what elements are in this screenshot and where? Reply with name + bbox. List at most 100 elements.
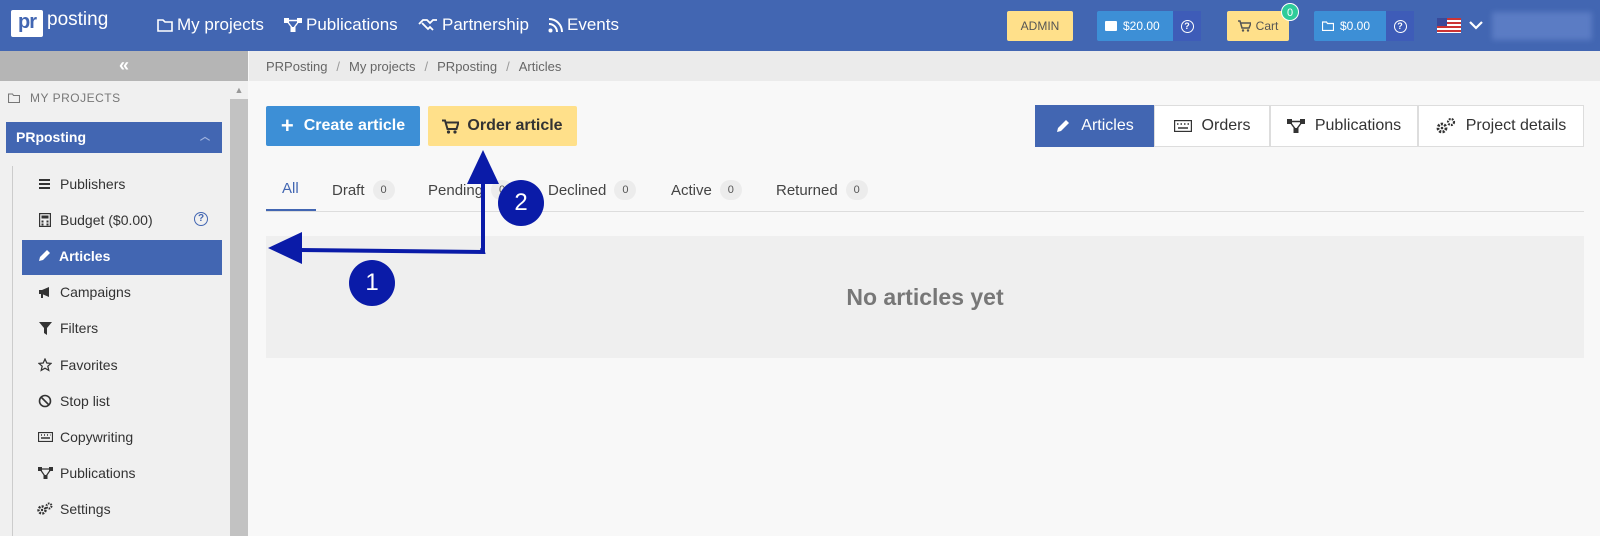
chevron-up-icon: ︿	[200, 132, 210, 143]
sidebar-item-publications[interactable]: Publications	[37, 465, 136, 481]
breadcrumb-item[interactable]: PRPosting	[266, 59, 327, 74]
sidebar-item-label: Stop list	[60, 393, 110, 409]
tab-articles[interactable]: Articles	[1035, 105, 1154, 147]
menu-tree-line	[12, 166, 13, 536]
keyboard-icon	[37, 429, 53, 445]
logo-text: posting	[47, 8, 109, 30]
breadcrumb-item[interactable]: My projects	[349, 59, 415, 74]
sidebar-item-budget[interactable]: Budget ($0.00)	[37, 212, 153, 228]
scroll-up-arrow-icon[interactable]: ▲	[230, 81, 248, 99]
tab-publications[interactable]: Publications	[1270, 105, 1418, 147]
status-tab-label: Active	[671, 181, 712, 199]
sidebar-item-publishers[interactable]: Publishers	[37, 176, 125, 192]
sidebar-item-articles[interactable]: Articles	[36, 248, 110, 264]
nav-my-projects-label: My projects	[177, 15, 264, 34]
tab-articles-label: Articles	[1081, 117, 1134, 134]
sidebar-item-label: Publications	[60, 465, 136, 481]
sidebar-item-label: Budget ($0.00)	[60, 212, 153, 228]
folder-icon	[1322, 21, 1334, 31]
status-tab-label: All	[282, 180, 299, 197]
folder-icon	[8, 93, 20, 103]
list-icon	[37, 176, 53, 192]
filter-icon	[37, 320, 53, 336]
status-tab-label: Declined	[548, 181, 607, 199]
my-projects-label: MY PROJECTS	[30, 91, 121, 105]
sidebar-item-label: Articles	[59, 248, 111, 264]
help-icon: ?	[1393, 19, 1407, 33]
status-tab-label: Draft	[332, 181, 365, 199]
balance-amount: $20.00	[1123, 19, 1160, 33]
nav-my-projects[interactable]: My projects	[157, 15, 264, 35]
us-flag-icon[interactable]	[1437, 18, 1461, 33]
gears-icon	[1436, 118, 1455, 134]
breadcrumb-current: Articles	[518, 58, 562, 74]
sidebar-item-campaigns[interactable]: Campaigns	[37, 284, 131, 300]
budget-help-icon[interactable]: ?	[194, 212, 208, 226]
sidebar-item-copywriting[interactable]: Copywriting	[37, 429, 133, 445]
status-tab-label: Pending	[428, 181, 484, 199]
sidebar-item-label: Filters	[60, 320, 99, 336]
tab-orders[interactable]: Orders	[1154, 105, 1270, 147]
annotation-marker-2: 2	[498, 180, 544, 226]
cart-count-badge: 0	[1281, 3, 1299, 21]
sidebar-item-label: Favorites	[60, 357, 118, 373]
chevron-down-icon[interactable]	[1469, 20, 1483, 30]
nav-publications[interactable]: Publications	[284, 15, 398, 35]
nav-events[interactable]: Events	[548, 15, 619, 35]
status-tab-draft[interactable]: Draft 0	[332, 180, 395, 200]
nav-partnership-label: Partnership	[442, 15, 529, 34]
active-tab-underline	[266, 209, 316, 211]
plus-icon: +	[280, 113, 294, 138]
order-article-label: Order article	[467, 117, 563, 134]
status-tab-declined[interactable]: Declined 0	[548, 180, 637, 200]
pencil-icon	[1057, 120, 1070, 132]
sidebar-item-label: Campaigns	[60, 284, 131, 300]
sidebar-item-label: Copywriting	[60, 429, 134, 445]
status-tab-active[interactable]: Active 0	[671, 180, 742, 200]
user-menu-blurred[interactable]	[1492, 12, 1592, 40]
network-icon	[284, 18, 302, 32]
logo-mark: pr	[11, 10, 43, 37]
sidebar-item-label: Publishers	[60, 176, 126, 192]
keyboard-icon	[1173, 120, 1192, 132]
cart-icon	[1237, 20, 1251, 32]
star-icon	[37, 357, 53, 373]
help-icon: ?	[1180, 19, 1194, 33]
sidebar-item-stop-list[interactable]: Stop list	[37, 393, 110, 409]
balance-button[interactable]: $20.00 ?	[1097, 11, 1201, 41]
nav-partnership[interactable]: Partnership	[418, 15, 529, 35]
network-icon	[37, 465, 53, 481]
status-tab-all[interactable]: All	[282, 180, 299, 197]
status-tab-count: 0	[614, 180, 637, 200]
sidebar-item-label: Settings	[60, 501, 111, 517]
project-name: PRposting	[16, 129, 86, 145]
annotation-marker-1: 1	[349, 260, 395, 306]
cart-label: Cart	[1255, 19, 1279, 33]
sidebar-item-filters[interactable]: Filters	[37, 320, 98, 336]
account-help-button[interactable]: ?	[1386, 11, 1414, 41]
logo[interactable]: pr posting	[11, 8, 109, 37]
order-article-button[interactable]: Order article	[428, 106, 577, 146]
top-navbar: pr posting My projects Publications Part…	[0, 0, 1600, 51]
tab-project-details[interactable]: Project details	[1418, 105, 1584, 147]
calculator-icon	[37, 212, 53, 228]
balance-help-button[interactable]: ?	[1173, 11, 1201, 41]
tab-orders-label: Orders	[1201, 117, 1251, 134]
my-projects-section-title: MY PROJECTS	[8, 91, 121, 105]
network-icon	[1286, 119, 1305, 133]
status-tab-count: 0	[845, 180, 868, 200]
create-article-button[interactable]: + Create article	[266, 106, 420, 146]
sidebar-item-favorites[interactable]: Favorites	[37, 357, 118, 373]
breadcrumb-item[interactable]: PRposting	[437, 59, 497, 74]
project-header-prposting[interactable]: PRposting ︿	[6, 122, 222, 153]
admin-button[interactable]: ADMIN	[1007, 11, 1073, 41]
status-tab-returned[interactable]: Returned 0	[776, 180, 868, 200]
account-balance-button[interactable]: $0.00 ?	[1314, 11, 1414, 41]
cart-button[interactable]: Cart	[1227, 11, 1289, 41]
nav-publications-label: Publications	[306, 15, 398, 34]
sidebar-scrollbar[interactable]	[230, 81, 248, 536]
tab-project-details-label: Project details	[1465, 117, 1567, 134]
status-tab-label: Returned	[776, 181, 838, 199]
sidebar-collapse-button[interactable]: «	[0, 51, 248, 81]
sidebar-item-settings[interactable]: Settings	[37, 501, 111, 517]
